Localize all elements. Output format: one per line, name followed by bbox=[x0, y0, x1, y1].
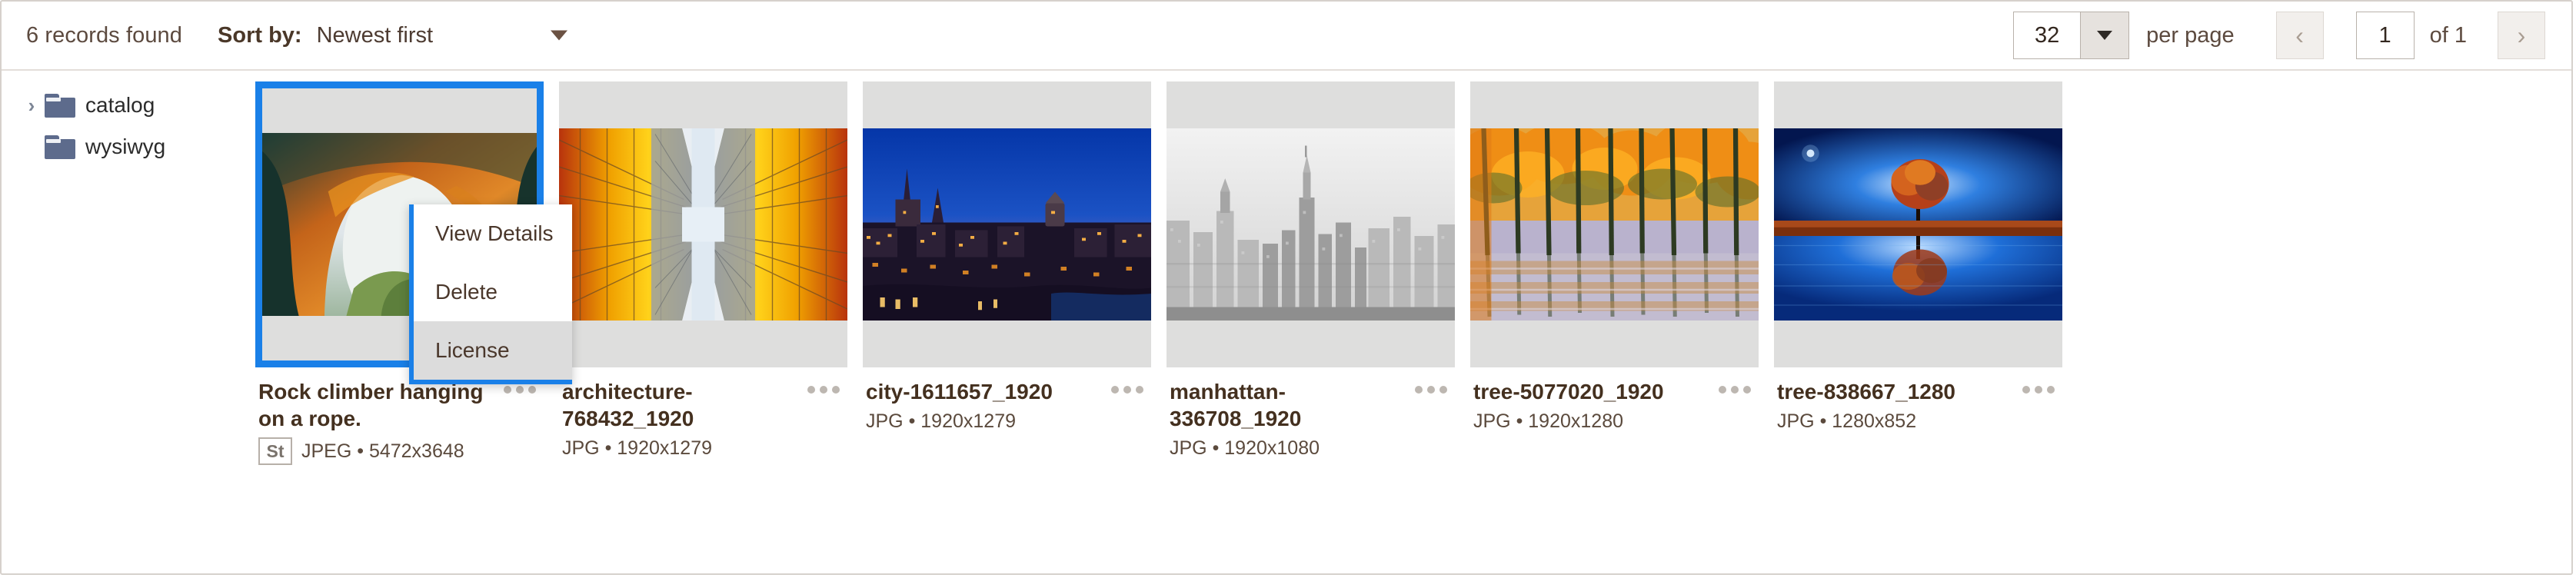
grid-item-caption: tree-838667_1280 JPG • 1280x852 bbox=[1774, 367, 2062, 433]
thumbnail[interactable] bbox=[1470, 81, 1759, 367]
grid-item-caption: architecture-768432_1920 JPG • 1920x1279 bbox=[559, 367, 847, 460]
chevron-down-icon bbox=[2097, 31, 2113, 40]
more-options-icon[interactable] bbox=[1404, 378, 1452, 394]
grid-item[interactable]: city-1611657_1920 JPG • 1920x1279 bbox=[863, 81, 1151, 433]
sidebar-item-wysiwyg[interactable]: wysiwyg bbox=[2, 126, 255, 168]
grid-item[interactable]: architecture-768432_1920 JPG • 1920x1279 bbox=[559, 81, 847, 460]
per-page-label: per page bbox=[2146, 22, 2235, 48]
grid-item[interactable]: Rock climber hanging on a rope. St JPEG … bbox=[255, 81, 572, 465]
grid-item-title: architecture-768432_1920 bbox=[562, 380, 694, 430]
context-menu-item-delete[interactable]: Delete bbox=[414, 263, 572, 321]
more-options-icon[interactable] bbox=[2012, 378, 2059, 394]
grid-item-meta-text: JPG • 1920x1279 bbox=[562, 437, 712, 459]
thumbnail-grid: Rock climber hanging on a rope. St JPEG … bbox=[255, 81, 2571, 465]
sidebar-item-label: catalog bbox=[85, 93, 155, 117]
grid-item-title: city-1611657_1920 bbox=[866, 380, 1053, 404]
gallery-toolbar: 6 records found Sort by: Newest first 32… bbox=[2, 2, 2571, 71]
grid-item-meta: JPG • 1280x852 bbox=[1777, 410, 2012, 433]
grid-item-caption: city-1611657_1920 JPG • 1920x1279 bbox=[863, 367, 1151, 433]
chevron-left-icon: ‹ bbox=[2295, 22, 2304, 49]
grid-item-caption: manhattan-336708_1920 JPG • 1920x1080 bbox=[1167, 367, 1455, 460]
folder-tree: › catalog wysiwyg bbox=[2, 71, 255, 573]
grid-item-meta-text: JPEG • 5472x3648 bbox=[301, 440, 464, 462]
records-found-count: 6 records found bbox=[26, 22, 183, 48]
sort-by-label: Sort by: bbox=[218, 22, 302, 48]
thumbnail[interactable] bbox=[1167, 81, 1455, 367]
more-options-icon[interactable] bbox=[1100, 378, 1148, 394]
grid-item-meta-text: JPG • 1280x852 bbox=[1777, 410, 1917, 432]
grid-item[interactable]: tree-838667_1280 JPG • 1280x852 bbox=[1774, 81, 2062, 433]
more-options-icon[interactable] bbox=[1708, 378, 1756, 394]
per-page-select[interactable]: 32 bbox=[2013, 12, 2130, 59]
thumbnail[interactable] bbox=[1774, 81, 2062, 367]
chevron-right-icon: › bbox=[2517, 22, 2526, 49]
grid-item-title: Rock climber hanging on a rope. bbox=[258, 380, 484, 430]
grid-item-meta: JPG • 1920x1279 bbox=[562, 437, 797, 460]
previous-page-button[interactable]: ‹ bbox=[2275, 12, 2324, 59]
grid-item-title: tree-5077020_1920 bbox=[1473, 380, 1664, 404]
city-blue-hour-skyline-image bbox=[863, 128, 1151, 321]
grid-item-meta: St JPEG • 5472x3648 bbox=[258, 437, 493, 465]
chevron-down-icon bbox=[550, 30, 567, 41]
sidebar-item-label: wysiwyg bbox=[85, 135, 166, 158]
chevron-right-icon[interactable]: › bbox=[18, 94, 45, 118]
grid-item-title: manhattan-336708_1920 bbox=[1170, 380, 1302, 430]
pagination-controls: 32 per page ‹ 1 of 1 › bbox=[2013, 12, 2545, 59]
folder-icon bbox=[45, 93, 75, 118]
sort-by-value: Newest first bbox=[316, 22, 434, 48]
toolbar-left-group: 6 records found Sort by: Newest first bbox=[26, 23, 578, 48]
more-options-icon[interactable] bbox=[797, 378, 844, 394]
grid-item-meta-text: JPG • 1920x1280 bbox=[1473, 410, 1623, 432]
per-page-dropdown-button[interactable] bbox=[2080, 12, 2129, 58]
architecture-glass-towers-image bbox=[559, 128, 847, 321]
sort-by-select[interactable]: Newest first bbox=[317, 23, 578, 48]
manhattan-black-white-image bbox=[1167, 128, 1455, 321]
lone-tree-blue-night-image bbox=[1774, 128, 2062, 321]
grid-item-caption: tree-5077020_1920 JPG • 1920x1280 bbox=[1470, 367, 1759, 433]
per-page-value: 32 bbox=[2034, 22, 2060, 48]
grid-item-meta: JPG • 1920x1279 bbox=[866, 410, 1100, 433]
thumbnail[interactable] bbox=[863, 81, 1151, 367]
gallery-content: › catalog wysiwyg Rock climber hanging o… bbox=[2, 71, 2571, 573]
sidebar-item-catalog[interactable]: › catalog bbox=[2, 85, 255, 126]
folder-icon bbox=[45, 135, 75, 159]
grid-item[interactable]: manhattan-336708_1920 JPG • 1920x1080 bbox=[1167, 81, 1455, 460]
autumn-trees-water-image bbox=[1470, 128, 1759, 321]
page-total-label: of 1 bbox=[2429, 22, 2467, 48]
context-menu-item-license[interactable]: License bbox=[414, 321, 572, 380]
thumbnail-grid-area: Rock climber hanging on a rope. St JPEG … bbox=[255, 71, 2571, 573]
grid-item-meta-text: JPG • 1920x1080 bbox=[1170, 437, 1320, 459]
grid-item-title: tree-838667_1280 bbox=[1777, 380, 1955, 404]
grid-item-meta: JPG • 1920x1080 bbox=[1170, 437, 1404, 460]
next-page-button[interactable]: › bbox=[2498, 12, 2545, 59]
thumbnail[interactable] bbox=[559, 81, 847, 367]
stock-badge: St bbox=[258, 437, 292, 465]
context-menu-item-view-details[interactable]: View Details bbox=[414, 204, 572, 263]
page-number-input[interactable]: 1 bbox=[2355, 12, 2415, 59]
context-menu: View Details Delete License bbox=[409, 204, 572, 384]
grid-item[interactable]: tree-5077020_1920 JPG • 1920x1280 bbox=[1470, 81, 1759, 433]
grid-item-meta: JPG • 1920x1280 bbox=[1473, 410, 1708, 433]
grid-item-meta-text: JPG • 1920x1279 bbox=[866, 410, 1016, 432]
media-gallery-panel: 6 records found Sort by: Newest first 32… bbox=[0, 0, 2573, 575]
